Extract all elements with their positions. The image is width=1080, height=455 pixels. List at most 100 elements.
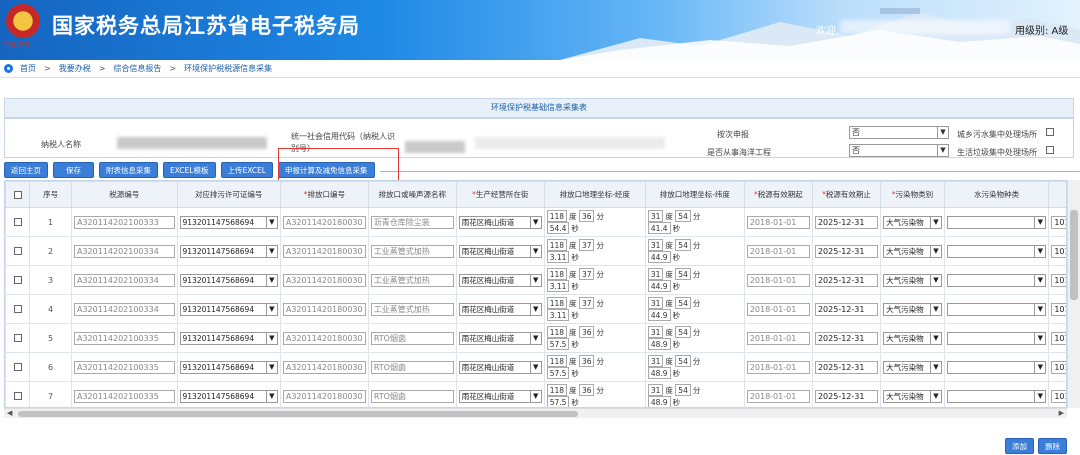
- row-checkbox[interactable]: [13, 247, 22, 255]
- source-id-input[interactable]: A320114202100334: [73, 302, 175, 316]
- water-pollutant-select[interactable]: ▼: [946, 273, 1047, 287]
- coord-value[interactable]: 54: [675, 239, 691, 251]
- outlet-id-input[interactable]: A32011420180030: [282, 244, 366, 258]
- breadcrumb-tax[interactable]: 我要办税: [59, 63, 91, 74]
- coord-value[interactable]: 54.4: [546, 222, 570, 234]
- pollutant-category-select[interactable]: 大气污染物 ▼: [883, 215, 942, 229]
- breadcrumb-report[interactable]: 综合信息报告: [113, 63, 161, 74]
- coord-value[interactable]: 44.9: [647, 251, 671, 263]
- coord-value[interactable]: 54: [675, 210, 691, 222]
- permit-select[interactable]: 913201147568694 ▼: [179, 215, 278, 229]
- sub-declare-select[interactable]: 否 ▼: [849, 126, 949, 139]
- pollutant-category-select[interactable]: 大气污染物 ▼: [883, 360, 942, 374]
- longitude-input[interactable]: 118 度 36 分 54.4 秒: [546, 210, 643, 234]
- water-pollutant-select[interactable]: ▼: [946, 215, 1047, 229]
- coord-value[interactable]: 31: [647, 297, 664, 309]
- start-date-input[interactable]: 2018-01-01: [746, 360, 810, 374]
- pollutant-name-input[interactable]: 101211101|二氧化: [1051, 302, 1066, 316]
- start-date-input[interactable]: 2018-01-01: [746, 273, 810, 287]
- pollutant-category-select[interactable]: 大气污染物 ▼: [883, 244, 942, 258]
- permit-select[interactable]: 913201147568694 ▼: [179, 360, 278, 374]
- outlet-name-input[interactable]: 工业蒸管式加热: [370, 273, 454, 287]
- longitude-input[interactable]: 118 度 37 分 3.11 秒: [546, 297, 643, 321]
- scroll-left-icon[interactable]: ◀: [7, 409, 12, 417]
- row-checkbox[interactable]: [13, 276, 22, 284]
- coord-value[interactable]: 37: [578, 297, 595, 309]
- street-select[interactable]: 雨花区梅山街道 ▼: [458, 273, 542, 287]
- coord-value[interactable]: 31: [647, 355, 664, 367]
- outlet-name-input[interactable]: 工业蒸管式加热: [370, 302, 454, 316]
- outlet-id-input[interactable]: A32011420180030: [282, 302, 366, 316]
- outlet-name-input[interactable]: RTO烟囱: [370, 389, 454, 403]
- end-date-input[interactable]: 2025-12-31: [814, 360, 879, 374]
- source-id-input[interactable]: A320114202100335: [73, 389, 175, 403]
- scroll-thumb[interactable]: [1070, 210, 1078, 300]
- start-date-input[interactable]: 2018-01-01: [746, 389, 810, 403]
- pollutant-category-select[interactable]: 大气污染物 ▼: [883, 273, 942, 287]
- row-checkbox[interactable]: [13, 334, 22, 342]
- coord-value[interactable]: 57.5: [546, 338, 570, 350]
- street-select[interactable]: 雨花区梅山街道 ▼: [458, 302, 542, 316]
- end-date-input[interactable]: 2025-12-31: [814, 302, 879, 316]
- source-id-input[interactable]: A320114202100334: [73, 244, 175, 258]
- coord-value[interactable]: 118: [546, 355, 568, 367]
- row-checkbox[interactable]: [13, 363, 22, 371]
- pollutant-name-input[interactable]: 101211120|烟尘: [1051, 244, 1066, 258]
- scroll-right-icon[interactable]: ▶: [1059, 409, 1064, 417]
- vertical-scrollbar[interactable]: [1067, 180, 1080, 408]
- latitude-input[interactable]: 31 度 54 分 48.9 秒: [647, 326, 742, 350]
- pollutant-name-input[interactable]: 101211124|苯并: [1051, 360, 1066, 374]
- permit-select[interactable]: 913201147568694 ▼: [179, 244, 278, 258]
- pollutant-name-input[interactable]: 101211102|氮氧化: [1051, 273, 1066, 287]
- street-select[interactable]: 雨花区梅山街道 ▼: [458, 360, 542, 374]
- coord-value[interactable]: 3.11: [546, 251, 570, 263]
- outlet-name-input[interactable]: RTO烟囱: [370, 331, 454, 345]
- pollutant-name-input[interactable]: 101211102|氮氧化: [1051, 389, 1066, 403]
- longitude-input[interactable]: 118 度 37 分 3.11 秒: [546, 239, 643, 263]
- pollutant-name-input[interactable]: 101211101|二氧化: [1051, 331, 1066, 345]
- row-checkbox[interactable]: [13, 392, 22, 400]
- coord-value[interactable]: 31: [647, 210, 664, 222]
- scroll-thumb[interactable]: [18, 411, 578, 417]
- coord-value[interactable]: 31: [647, 239, 664, 251]
- latitude-input[interactable]: 31 度 54 分 44.9 秒: [647, 297, 742, 321]
- coord-value[interactable]: 36: [578, 384, 595, 396]
- water-pollutant-select[interactable]: ▼: [946, 302, 1047, 316]
- coord-value[interactable]: 118: [546, 384, 568, 396]
- coord-value[interactable]: 37: [578, 268, 595, 280]
- coord-value[interactable]: 54: [675, 268, 691, 280]
- source-id-input[interactable]: A320114202100335: [73, 360, 175, 374]
- street-select[interactable]: 雨花区梅山街道 ▼: [458, 331, 542, 345]
- upload-excel-button[interactable]: 上传EXCEL: [220, 162, 273, 178]
- end-date-input[interactable]: 2025-12-31: [814, 215, 879, 229]
- permit-select[interactable]: 913201147568694 ▼: [179, 331, 278, 345]
- outlet-id-input[interactable]: A32011420180030: [282, 331, 366, 345]
- longitude-input[interactable]: 118 度 37 分 3.11 秒: [546, 268, 643, 292]
- select-all-checkbox[interactable]: [13, 190, 22, 199]
- outlet-name-input[interactable]: 沥青仓库除尘装: [370, 215, 454, 229]
- end-date-input[interactable]: 2025-12-31: [814, 331, 879, 345]
- latitude-input[interactable]: 31 度 54 分 44.9 秒: [647, 239, 742, 263]
- coord-value[interactable]: 118: [546, 239, 568, 251]
- permit-select[interactable]: 913201147568694 ▼: [179, 302, 278, 316]
- start-date-input[interactable]: 2018-01-01: [746, 244, 810, 258]
- horizontal-scrollbar[interactable]: ◀ ▶: [4, 408, 1067, 418]
- coord-value[interactable]: 54: [675, 297, 691, 309]
- coord-value[interactable]: 31: [647, 326, 664, 338]
- latitude-input[interactable]: 31 度 54 分 48.9 秒: [647, 355, 742, 379]
- breadcrumb-home[interactable]: 首页: [20, 63, 36, 74]
- coord-value[interactable]: 36: [578, 355, 595, 367]
- attachment-collect-button[interactable]: 附表信息采集: [99, 162, 158, 178]
- coord-value[interactable]: 31: [647, 268, 664, 280]
- end-date-input[interactable]: 2025-12-31: [814, 273, 879, 287]
- coord-value[interactable]: 57.5: [546, 396, 570, 407]
- pollutant-category-select[interactable]: 大气污染物 ▼: [883, 331, 942, 345]
- permit-select[interactable]: 913201147568694 ▼: [179, 273, 278, 287]
- excel-template-button[interactable]: EXCEL模板: [163, 162, 216, 178]
- water-pollutant-select[interactable]: ▼: [946, 360, 1047, 374]
- longitude-input[interactable]: 118 度 36 分 57.5 秒: [546, 326, 643, 350]
- street-select[interactable]: 雨花区梅山街道 ▼: [458, 244, 542, 258]
- coord-value[interactable]: 31: [647, 384, 664, 396]
- garbage-facility-checkbox[interactable]: [1046, 146, 1054, 154]
- coord-value[interactable]: 54: [675, 326, 691, 338]
